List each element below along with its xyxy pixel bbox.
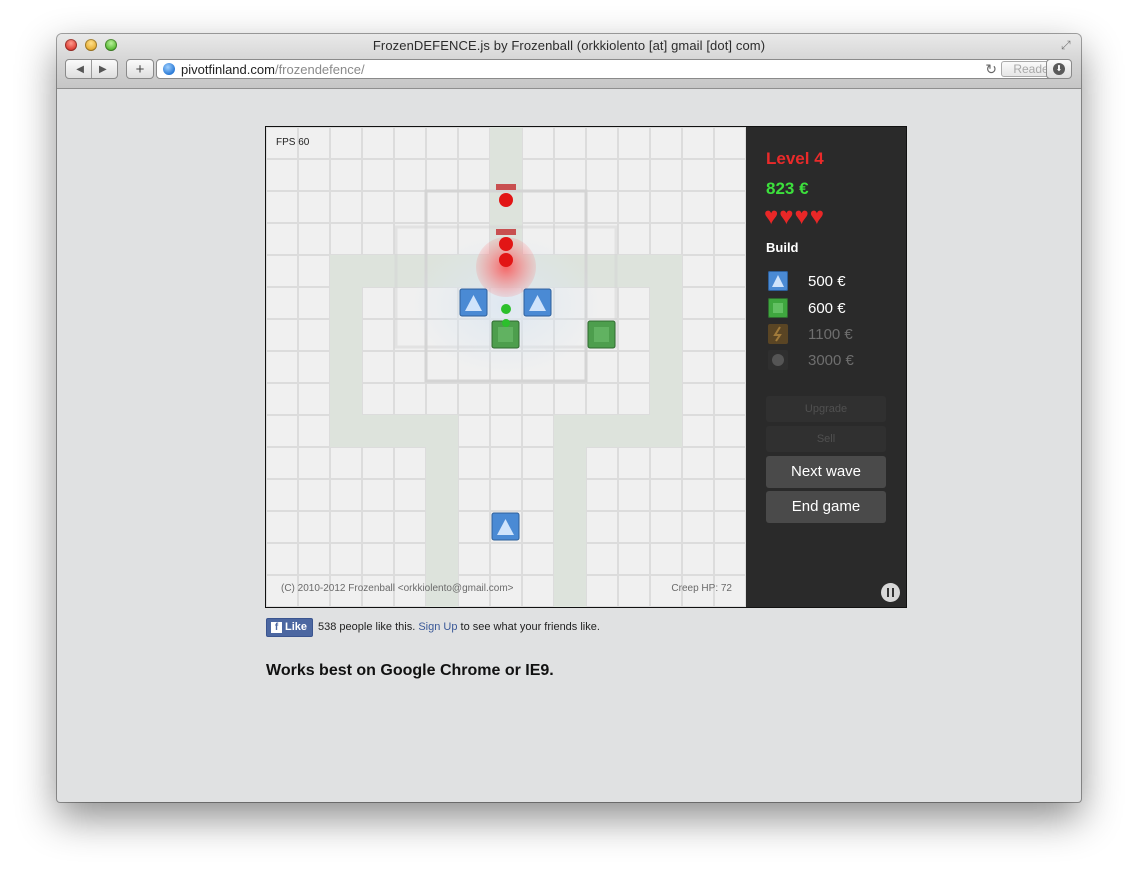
creep (499, 253, 513, 267)
reload-icon[interactable]: ↻ (985, 61, 997, 78)
end-game-button[interactable]: End game (766, 491, 886, 523)
blue-triangle-tower[interactable] (491, 512, 520, 541)
facebook-like-widget: f Like 538 people like this. Sign Up to … (266, 617, 600, 637)
titlebar: FrozenDEFENCE.js by Frozenball (orkkiole… (57, 34, 1081, 89)
heart-icon: ♥ (779, 203, 794, 230)
shop-item-green-tower[interactable]: 600 € (768, 298, 846, 318)
heart-icon: ♥ (809, 203, 824, 230)
projectile (501, 304, 511, 314)
url-text[interactable]: pivotfinland.com/frozendefence/ (181, 62, 365, 77)
side-panel: Level 4 823 € ♥ ♥ ♥ ♥ Build 500 € 600 € (746, 127, 906, 607)
creep-health-bar (496, 184, 516, 190)
creep (499, 193, 513, 207)
window-title: FrozenDEFENCE.js by Frozenball (orkkiole… (372, 38, 766, 53)
plus-icon: + (135, 60, 145, 78)
game-field[interactable]: FPS 60 (C) 2010-2012 Frozenball <orkkiol… (266, 127, 746, 607)
browser-note: Works best on Google Chrome or IE9. (266, 662, 554, 679)
blue-triangle-tower[interactable] (459, 288, 488, 317)
downloads-button[interactable]: ⬇ (1046, 59, 1072, 79)
shop-price: 500 € (808, 272, 846, 290)
browser-window: FrozenDEFENCE.js by Frozenball (orkkiole… (57, 34, 1081, 802)
add-tab-button[interactable]: + (126, 59, 154, 79)
shop-item-blue-tower[interactable]: 500 € (768, 271, 846, 291)
level-text: Level 4 (766, 149, 824, 168)
facebook-like-button[interactable]: f Like (266, 617, 314, 637)
forward-arrow-icon[interactable]: ▶ (99, 64, 107, 75)
lives: ♥ ♥ ♥ ♥ (764, 205, 824, 229)
heart-icon: ♥ (764, 203, 779, 230)
shop-price: 3000 € (808, 351, 854, 369)
back-forward-buttons: ◀ ▶ (65, 59, 118, 79)
green-square-tower[interactable] (587, 320, 616, 349)
back-arrow-icon[interactable]: ◀ (76, 64, 84, 75)
heart-icon: ♥ (794, 203, 809, 230)
game-container: FPS 60 (C) 2010-2012 Frozenball <orkkiol… (265, 126, 907, 608)
shop-price: 1100 € (808, 325, 853, 343)
bomb-tower-icon (768, 350, 788, 370)
facebook-like-text: 538 people like this. Sign Up to see wha… (318, 621, 600, 633)
address-bar[interactable]: pivotfinland.com/frozendefence/ ↻ Reader (156, 59, 1070, 79)
creep-health-bar (496, 229, 516, 235)
facebook-icon: f (271, 621, 282, 633)
facebook-signup-link[interactable]: Sign Up (418, 621, 457, 633)
projectile (502, 319, 510, 327)
creep (499, 237, 513, 251)
sell-button: Sell (766, 426, 886, 452)
creep-hp-text: Creep HP: 72 (671, 583, 732, 594)
shop-price: 600 € (808, 299, 846, 317)
shop-item-lightning-tower: 1100 € (768, 324, 853, 344)
globe-icon (163, 63, 175, 75)
download-icon: ⬇ (1053, 63, 1065, 75)
game-board[interactable] (266, 127, 746, 607)
shop-item-bomb-tower: 3000 € (768, 350, 854, 370)
money-text: 823 € (766, 179, 809, 198)
copyright-text: (C) 2010-2012 Frozenball <orkkiolento@gm… (281, 583, 514, 594)
lightning-tower-icon (768, 324, 788, 344)
build-label: Build (766, 240, 799, 255)
green-square-tower-icon (768, 298, 788, 318)
fullscreen-icon[interactable]: ⤢ (1061, 38, 1075, 52)
upgrade-button: Upgrade (766, 396, 886, 422)
next-wave-button[interactable]: Next wave (766, 456, 886, 488)
fps-counter: FPS 60 (276, 137, 310, 148)
pause-icon[interactable] (881, 583, 900, 602)
blue-triangle-tower[interactable] (523, 288, 552, 317)
blue-triangle-tower-icon (768, 271, 788, 291)
